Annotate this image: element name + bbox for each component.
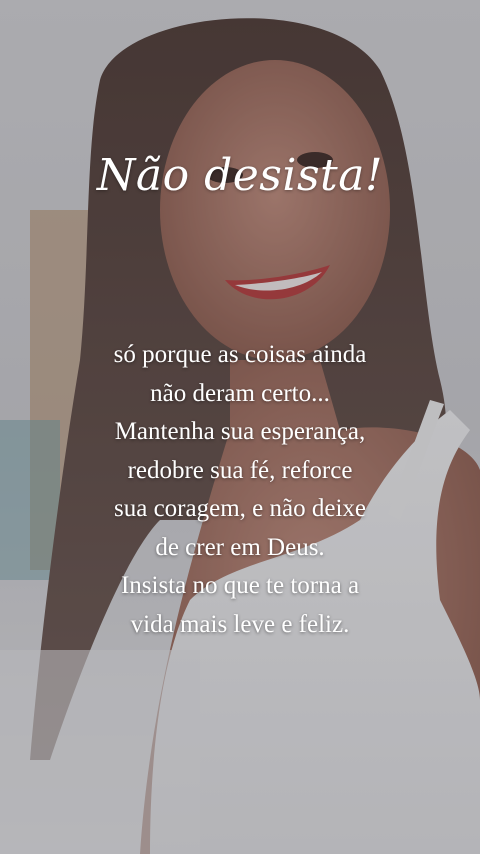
headline-title: Não desista! <box>96 150 384 201</box>
message-line: Mantenha sua esperança, <box>114 418 366 445</box>
message-line: Insista no que te torna a <box>120 572 360 599</box>
message-line: vida mais leve e feliz. <box>130 610 350 638</box>
story-card: Não desista! só porque as coisas ainda n… <box>0 0 480 854</box>
quote-message: só porque as coisas ainda não deram cert… <box>40 336 440 644</box>
message-line: sua coragem, e não deixe <box>114 495 366 522</box>
message-line: só porque as coisas ainda <box>113 341 367 368</box>
message-line: redobre sua fé, reforce <box>127 456 353 484</box>
message-line: de crer em Deus. <box>155 533 325 561</box>
message-line: não deram certo... <box>150 379 330 407</box>
